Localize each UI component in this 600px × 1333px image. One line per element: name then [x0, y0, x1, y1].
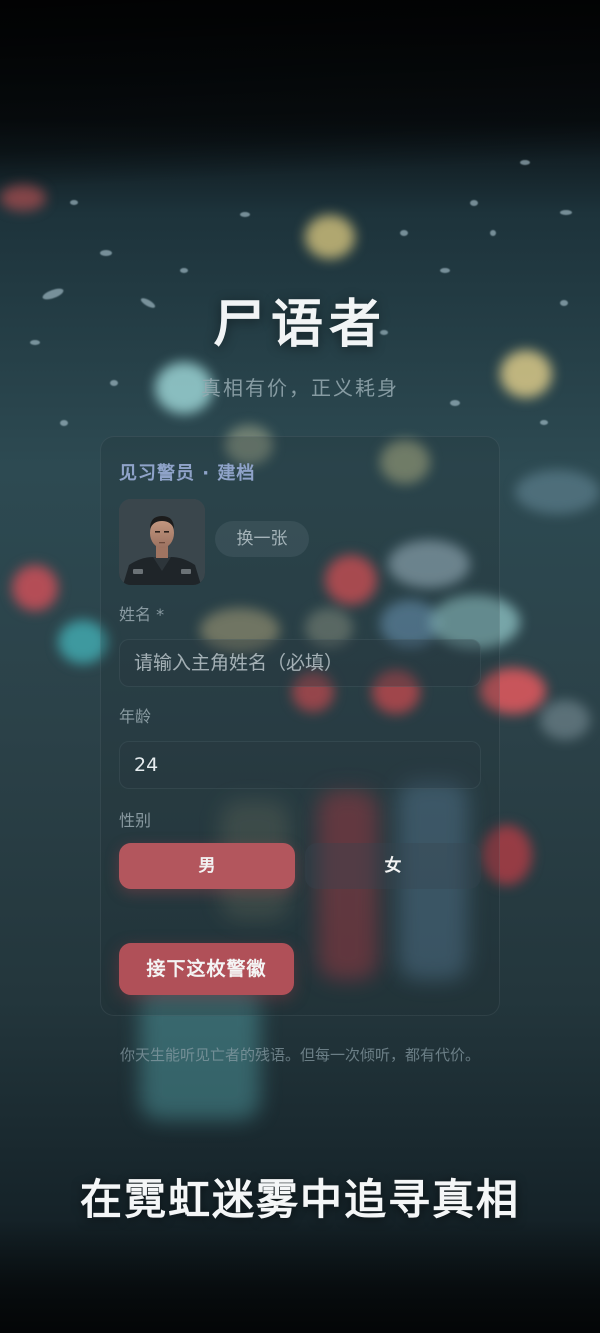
change-photo-button[interactable]: 换一张: [215, 521, 309, 557]
accept-badge-button[interactable]: 接下这枚警徽: [119, 943, 294, 995]
app-screen: 尸语者 真相有价，正义耗身 见习警员 · 建档 换一张 姓名 * 请输入主角姓名…: [0, 0, 600, 1333]
avatar[interactable]: [119, 499, 205, 585]
portrait-photo-icon: [119, 499, 205, 585]
lore-footnote: 你天生能听见亡者的残语。但每一次倾听，都有代价。: [119, 1046, 480, 1064]
name-input[interactable]: [119, 639, 481, 687]
form-heading: 见习警员 · 建档: [119, 463, 256, 484]
gender-option-female[interactable]: 女: [305, 843, 481, 889]
promo-tagline: 在霓虹迷雾中追寻真相: [79, 1175, 520, 1224]
age-input[interactable]: [119, 741, 481, 789]
app-subtitle: 真相有价，正义耗身: [201, 376, 399, 400]
name-label: 姓名 *: [119, 605, 165, 624]
gender-option-male[interactable]: 男: [119, 843, 295, 889]
age-label: 年龄: [119, 707, 152, 726]
app-title: 尸语者: [212, 295, 387, 355]
gender-label: 性别: [119, 811, 152, 830]
character-form-card: 见习警员 · 建档 换一张 姓名 * 请输入主角姓名（必填） 年龄 24 性别 …: [100, 436, 500, 1016]
